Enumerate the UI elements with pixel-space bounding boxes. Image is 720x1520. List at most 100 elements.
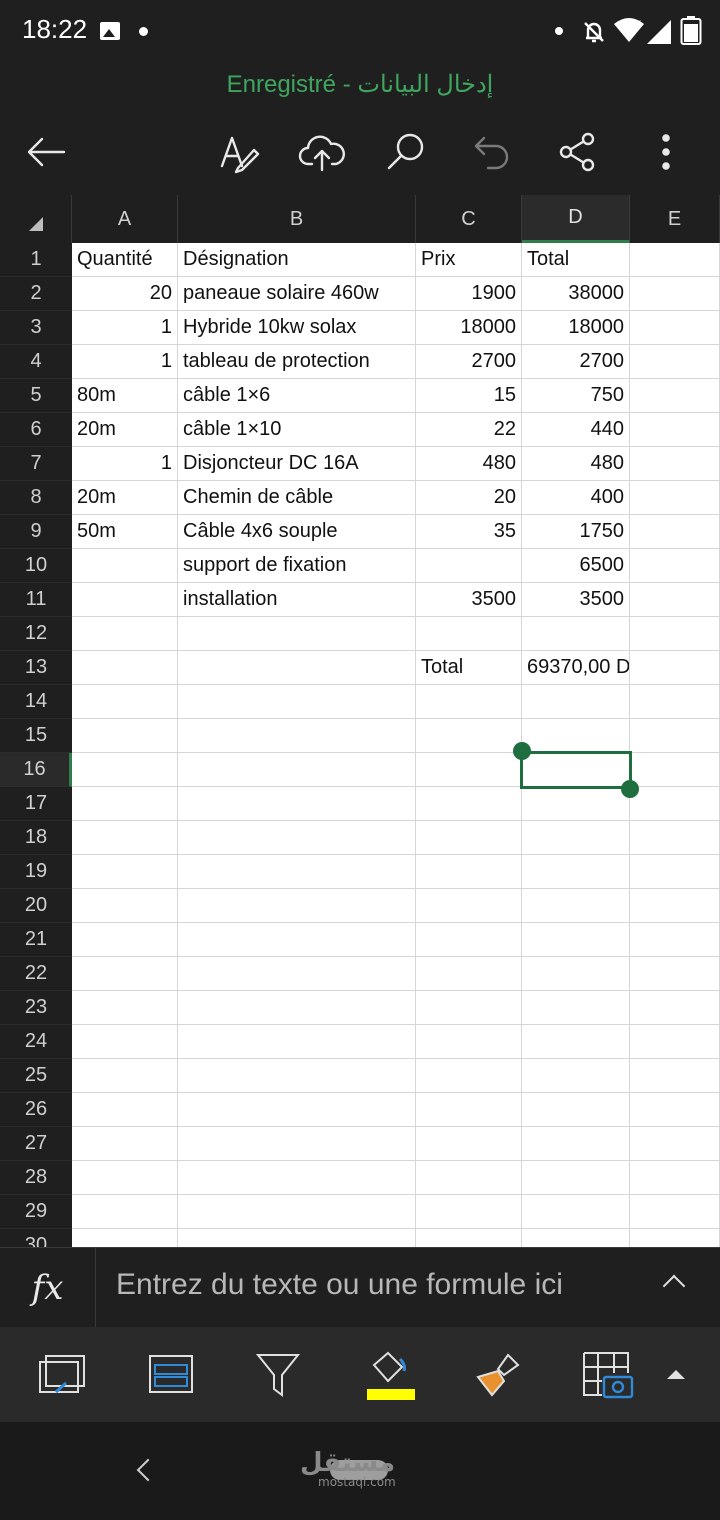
cell-c26[interactable] <box>416 1093 522 1127</box>
cell-a19[interactable] <box>72 855 178 889</box>
row-header-29[interactable]: 29 <box>0 1195 72 1229</box>
row-header-11[interactable]: 11 <box>0 583 72 617</box>
cell-e27[interactable] <box>630 1127 720 1161</box>
cell-d10[interactable]: 6500 <box>522 549 630 583</box>
cell-b23[interactable] <box>178 991 416 1025</box>
cell-e30[interactable] <box>630 1229 720 1247</box>
cell-d1[interactable]: Total <box>522 243 630 277</box>
cell-c1[interactable]: Prix <box>416 243 522 277</box>
cell-e24[interactable] <box>630 1025 720 1059</box>
cell-d12[interactable] <box>522 617 630 651</box>
cell-e12[interactable] <box>630 617 720 651</box>
cell-e6[interactable] <box>630 413 720 447</box>
fx-button[interactable]: fx <box>0 1248 96 1328</box>
cell-c15[interactable] <box>416 719 522 753</box>
row-header-18[interactable]: 18 <box>0 821 72 855</box>
cell-b15[interactable] <box>178 719 416 753</box>
row-header-3[interactable]: 3 <box>0 311 72 345</box>
cell-e28[interactable] <box>630 1161 720 1195</box>
cell-b25[interactable] <box>178 1059 416 1093</box>
cell-d8[interactable]: 400 <box>522 481 630 515</box>
cell-c8[interactable]: 20 <box>416 481 522 515</box>
cell-d20[interactable] <box>522 889 630 923</box>
column-header-a[interactable]: A <box>72 195 178 243</box>
chevron-up-icon[interactable] <box>662 1274 686 1298</box>
cell-d23[interactable] <box>522 991 630 1025</box>
cell-a3[interactable]: 1 <box>72 311 178 345</box>
cell-d30[interactable] <box>522 1229 630 1247</box>
cell-b1[interactable]: Désignation <box>178 243 416 277</box>
cell-e9[interactable] <box>630 515 720 549</box>
column-header-d[interactable]: D <box>522 195 630 243</box>
cell-c18[interactable] <box>416 821 522 855</box>
selection-handle-end[interactable] <box>621 780 639 798</box>
cell-d18[interactable] <box>522 821 630 855</box>
column-header-e[interactable]: E <box>630 195 720 243</box>
cell-a25[interactable] <box>72 1059 178 1093</box>
cell-e16[interactable] <box>630 753 720 787</box>
cell-e4[interactable] <box>630 345 720 379</box>
cell-e3[interactable] <box>630 311 720 345</box>
row-header-10[interactable]: 10 <box>0 549 72 583</box>
cell-a17[interactable] <box>72 787 178 821</box>
row-header-30[interactable]: 30 <box>0 1229 72 1247</box>
select-all-corner[interactable] <box>0 195 72 243</box>
cloud-upload-icon[interactable] <box>296 126 348 178</box>
cell-e8[interactable] <box>630 481 720 515</box>
cell-b21[interactable] <box>178 923 416 957</box>
cell-b30[interactable] <box>178 1229 416 1247</box>
draw-icon[interactable] <box>212 126 264 178</box>
cell-b26[interactable] <box>178 1093 416 1127</box>
cell-d27[interactable] <box>522 1127 630 1161</box>
cell-d6[interactable]: 440 <box>522 413 630 447</box>
cell-e5[interactable] <box>630 379 720 413</box>
cell-c19[interactable] <box>416 855 522 889</box>
cell-c12[interactable] <box>416 617 522 651</box>
cell-a2[interactable]: 20 <box>72 277 178 311</box>
cell-e11[interactable] <box>630 583 720 617</box>
cell-d11[interactable]: 3500 <box>522 583 630 617</box>
cell-c27[interactable] <box>416 1127 522 1161</box>
formula-input[interactable]: Entrez du texte ou une formule ici <box>116 1268 563 1302</box>
row-header-2[interactable]: 2 <box>0 277 72 311</box>
cell-c5[interactable]: 15 <box>416 379 522 413</box>
cell-a29[interactable] <box>72 1195 178 1229</box>
cell-d28[interactable] <box>522 1161 630 1195</box>
row-header-27[interactable]: 27 <box>0 1127 72 1161</box>
selection-handle-start[interactable] <box>513 742 531 760</box>
column-header-c[interactable]: C <box>416 195 522 243</box>
cell-e23[interactable] <box>630 991 720 1025</box>
cell-c6[interactable]: 22 <box>416 413 522 447</box>
cell-b2[interactable]: paneaue solaire 460w <box>178 277 416 311</box>
cell-e21[interactable] <box>630 923 720 957</box>
search-icon[interactable] <box>380 126 432 178</box>
cell-c30[interactable] <box>416 1229 522 1247</box>
cell-c11[interactable]: 3500 <box>416 583 522 617</box>
cell-b12[interactable] <box>178 617 416 651</box>
cell-d9[interactable]: 1750 <box>522 515 630 549</box>
fill-color-icon[interactable] <box>358 1345 418 1405</box>
cell-b5[interactable]: câble 1×6 <box>178 379 416 413</box>
cell-a7[interactable]: 1 <box>72 447 178 481</box>
row-header-9[interactable]: 9 <box>0 515 72 549</box>
cell-d21[interactable] <box>522 923 630 957</box>
cell-c16[interactable] <box>416 753 522 787</box>
cell-b16[interactable] <box>178 753 416 787</box>
cell-d5[interactable]: 750 <box>522 379 630 413</box>
cell-a18[interactable] <box>72 821 178 855</box>
cell-d4[interactable]: 2700 <box>522 345 630 379</box>
expand-up-icon[interactable] <box>646 1345 706 1405</box>
nav-back-icon[interactable] <box>136 1458 160 1482</box>
cell-b9[interactable]: Câble 4x6 souple <box>178 515 416 549</box>
share-icon[interactable] <box>552 126 604 178</box>
cell-a28[interactable] <box>72 1161 178 1195</box>
cell-a4[interactable]: 1 <box>72 345 178 379</box>
cell-c14[interactable] <box>416 685 522 719</box>
cell-a27[interactable] <box>72 1127 178 1161</box>
cell-a5[interactable]: 80m <box>72 379 178 413</box>
cell-a20[interactable] <box>72 889 178 923</box>
row-header-25[interactable]: 25 <box>0 1059 72 1093</box>
cell-d2[interactable]: 38000 <box>522 277 630 311</box>
cell-b28[interactable] <box>178 1161 416 1195</box>
cell-a24[interactable] <box>72 1025 178 1059</box>
